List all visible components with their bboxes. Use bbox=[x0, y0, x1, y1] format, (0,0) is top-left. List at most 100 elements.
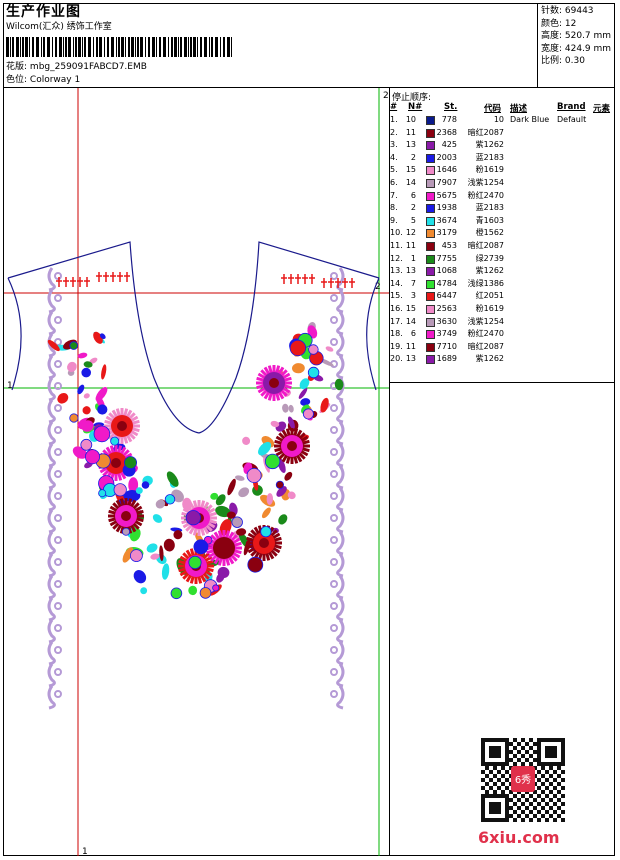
barcode-bar bbox=[93, 37, 94, 57]
cross-stitch bbox=[103, 272, 109, 282]
row-description: Dark Blue bbox=[510, 115, 550, 124]
qr-module bbox=[517, 798, 521, 802]
small-flower bbox=[231, 516, 243, 528]
row-index: 6. bbox=[390, 178, 398, 187]
vine-segment bbox=[47, 663, 56, 688]
small-flower bbox=[199, 587, 212, 599]
qr-module bbox=[553, 786, 557, 790]
qr-module bbox=[541, 790, 545, 794]
vine-curl bbox=[330, 558, 338, 566]
color-swatch bbox=[426, 305, 435, 314]
embroidery-leaf bbox=[67, 361, 77, 372]
vine-segment bbox=[47, 421, 56, 446]
barcode-bar bbox=[65, 37, 67, 57]
vine-segment bbox=[336, 355, 345, 380]
vine-curl bbox=[54, 470, 62, 478]
qr-module bbox=[505, 770, 509, 774]
barcode-bar bbox=[220, 37, 221, 57]
barcode-bar bbox=[131, 37, 134, 57]
qr-module bbox=[525, 742, 529, 746]
qr-module bbox=[497, 786, 501, 790]
row-needle: 1 bbox=[410, 253, 416, 263]
stop-sequence-row: 3. 13 425 紫1262 bbox=[390, 139, 615, 151]
barcode-bar bbox=[140, 37, 143, 57]
row-index: 3. bbox=[390, 140, 398, 150]
qr-module bbox=[537, 818, 541, 822]
vine-segment bbox=[47, 399, 56, 424]
barcode-bar bbox=[20, 37, 21, 57]
row-needle: 15 bbox=[405, 304, 416, 313]
qr-module bbox=[557, 766, 561, 770]
embroidery-leaf bbox=[261, 507, 271, 519]
vine-curl bbox=[54, 536, 62, 544]
qr-seal-text: 6秀 bbox=[515, 774, 531, 786]
row-code: 绿2739 bbox=[475, 253, 504, 263]
row-index: 1. bbox=[390, 115, 398, 124]
design-height: 高度: 520.7 mm bbox=[541, 31, 612, 41]
color-swatch bbox=[426, 254, 435, 264]
stop-sequence-row: 10. 12 3179 橙1562 bbox=[390, 227, 615, 239]
qr-module bbox=[525, 806, 529, 810]
row-code: 暗红2087 bbox=[467, 241, 504, 250]
vine-curl bbox=[330, 602, 338, 610]
barcode-bar bbox=[99, 37, 102, 57]
small-flower bbox=[124, 456, 138, 470]
row-needle: 12 bbox=[405, 228, 416, 238]
barcode-bar bbox=[121, 37, 124, 57]
colorway-name: Colorway 1 bbox=[29, 75, 81, 85]
row-needle: 15 bbox=[405, 165, 416, 175]
row-needle: 11 bbox=[405, 341, 416, 351]
barcode-bar bbox=[68, 37, 71, 57]
embroidery-leaf bbox=[77, 352, 88, 359]
stop-sequence-row: 2. 11 2368 暗红2087 bbox=[390, 127, 615, 139]
embroidery-leaf bbox=[282, 403, 289, 413]
small-flower bbox=[170, 587, 183, 600]
barcode-bar bbox=[59, 37, 62, 57]
barcode-bar bbox=[116, 37, 117, 57]
vine-curl bbox=[54, 668, 62, 676]
vine-curl bbox=[54, 448, 62, 456]
barcode-bar bbox=[209, 37, 210, 57]
vine-curl bbox=[330, 448, 338, 456]
qr-module bbox=[549, 814, 553, 818]
qr-module bbox=[561, 794, 565, 798]
small-flower bbox=[69, 341, 78, 350]
qr-module bbox=[545, 802, 549, 806]
qr-module bbox=[521, 754, 525, 758]
qr-module bbox=[557, 798, 561, 802]
qr-module bbox=[485, 790, 489, 794]
stop-sequence-row: 1. 10 778 10 Dark Blue Default bbox=[390, 114, 615, 126]
row-stitches: 7710 bbox=[436, 341, 457, 351]
qr-module bbox=[501, 774, 505, 778]
row-stitches: 6447 bbox=[436, 291, 457, 301]
qr-module bbox=[513, 810, 517, 814]
small-flower bbox=[308, 344, 319, 355]
qr-module bbox=[561, 778, 565, 782]
barcode-bar bbox=[75, 37, 77, 57]
barcode-bar bbox=[174, 37, 177, 57]
qr-module bbox=[561, 818, 565, 822]
row-index: 19. bbox=[390, 341, 403, 351]
flower-core bbox=[259, 538, 269, 548]
barcode-bar bbox=[190, 37, 192, 57]
row-index: 10. bbox=[390, 228, 403, 238]
vine-curl bbox=[54, 426, 62, 434]
header-divider-vertical bbox=[537, 4, 538, 87]
barcode-bar bbox=[188, 37, 189, 57]
qr-module bbox=[529, 738, 533, 742]
qr-module bbox=[557, 806, 561, 810]
vine-segment bbox=[336, 465, 345, 490]
qr-module bbox=[561, 810, 565, 814]
row-stitches: 1689 bbox=[436, 354, 457, 364]
vine-curl bbox=[330, 316, 338, 324]
qr-module bbox=[509, 806, 513, 810]
embroidery-leaf bbox=[292, 363, 305, 374]
vine-segment bbox=[47, 553, 56, 578]
qr-module bbox=[549, 766, 553, 770]
qr-module bbox=[485, 774, 489, 778]
row-code: 粉红2470 bbox=[467, 190, 504, 200]
embroidery-leaf bbox=[161, 563, 170, 580]
small-flower bbox=[302, 408, 314, 420]
small-flower bbox=[80, 438, 93, 451]
barcode-bar bbox=[29, 37, 30, 57]
